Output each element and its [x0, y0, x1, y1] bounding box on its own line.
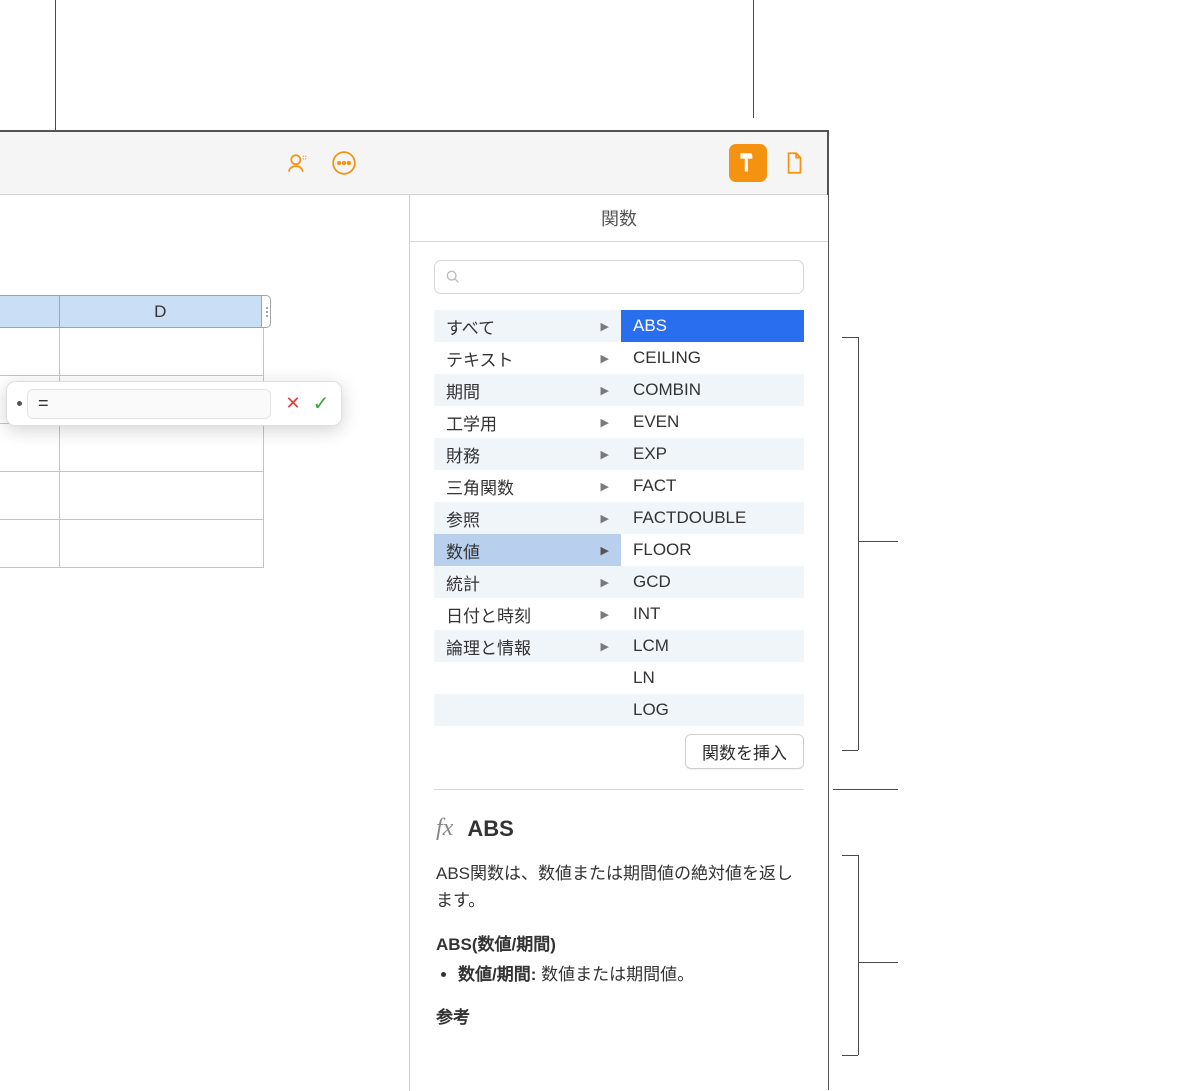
formula-cancel-button[interactable]: ✕ [281, 393, 305, 414]
function-list[interactable]: ABSCEILINGCOMBINEVENEXPFACTFACTDOUBLEFLO… [621, 310, 804, 724]
fx-icon: fx [436, 810, 453, 847]
function-help: fx ABS ABS関数は、数値または期間値の絶対値を返します。 ABS(数値/… [410, 790, 828, 1051]
category-label: 論理と情報 [446, 634, 531, 659]
function-sidebar: 関数 すべて▶テキスト▶期間▶工学用▶財務▶三角関数▶参照▶数値▶統計▶日付と時… [409, 195, 828, 1091]
cell[interactable] [60, 520, 264, 568]
chevron-right-icon: ▶ [601, 320, 609, 333]
cell[interactable] [0, 472, 60, 520]
formula-editor: = ✕ ✓ [6, 381, 342, 426]
category-item[interactable]: 数値 ▶ [434, 534, 621, 566]
table-row [0, 520, 264, 568]
category-label: テキスト [446, 346, 514, 371]
cell[interactable] [0, 424, 60, 472]
category-label: 三角関数 [446, 474, 514, 499]
function-item[interactable]: FACTDOUBLE [621, 502, 804, 534]
category-item[interactable]: 期間 ▶ [434, 374, 621, 406]
function-item[interactable]: EVEN [621, 406, 804, 438]
category-label: すべて [446, 314, 495, 339]
table-body [0, 328, 264, 568]
help-syntax: ABS(数値/期間) [436, 932, 802, 958]
category-item[interactable]: 三角関数 ▶ [434, 470, 621, 502]
function-item[interactable]: FLOOR [621, 534, 804, 566]
help-argument: 数値/期間: 数値または期間値。 [458, 962, 802, 988]
category-item[interactable]: テキスト ▶ [434, 342, 621, 374]
category-label: 数値 [446, 538, 480, 563]
table-row [0, 472, 264, 520]
collaborate-button[interactable] [279, 144, 317, 182]
cell[interactable] [60, 328, 264, 376]
chevron-right-icon: ▶ [601, 640, 609, 653]
category-item[interactable]: 参照 ▶ [434, 502, 621, 534]
table-row [0, 328, 264, 376]
formula-grip-icon[interactable] [17, 401, 22, 406]
column-resize-handle[interactable] [262, 295, 271, 328]
category-item[interactable]: 工学用 ▶ [434, 406, 621, 438]
function-item[interactable]: INT [621, 598, 804, 630]
chevron-right-icon: ▶ [601, 384, 609, 397]
help-title: ABS [467, 812, 513, 846]
column-header-d[interactable]: D [60, 295, 262, 328]
chevron-right-icon: ▶ [601, 576, 609, 589]
category-label: 期間 [446, 378, 480, 403]
chevron-right-icon: ▶ [601, 480, 609, 493]
category-item-empty [434, 662, 621, 694]
function-item[interactable]: GCD [621, 566, 804, 598]
category-item[interactable]: 論理と情報 ▶ [434, 630, 621, 662]
column-header-row: D [0, 295, 271, 328]
chevron-right-icon: ▶ [601, 352, 609, 365]
category-item[interactable]: 財務 ▶ [434, 438, 621, 470]
category-item[interactable]: 統計 ▶ [434, 566, 621, 598]
function-item[interactable]: LCM [621, 630, 804, 662]
chevron-right-icon: ▶ [601, 448, 609, 461]
cell[interactable] [0, 328, 60, 376]
table-row [0, 424, 264, 472]
function-item[interactable]: EXP [621, 438, 804, 470]
category-item-empty [434, 694, 621, 726]
category-label: 統計 [446, 570, 480, 595]
help-reference-label: 参考 [436, 1005, 802, 1031]
category-label: 参照 [446, 506, 480, 531]
app-frame: D [0, 130, 829, 1090]
document-button[interactable] [775, 144, 813, 182]
help-description: ABS関数は、数値または期間値の絶対値を返します。 [436, 861, 802, 914]
insert-function-button[interactable]: 関数を挿入 [685, 734, 804, 769]
chevron-right-icon: ▶ [601, 512, 609, 525]
function-item[interactable]: FACT [621, 470, 804, 502]
cell[interactable] [0, 520, 60, 568]
category-label: 財務 [446, 442, 480, 467]
category-label: 工学用 [446, 410, 497, 435]
function-search-input[interactable] [434, 260, 804, 294]
format-button[interactable] [729, 144, 767, 182]
spreadsheet-canvas[interactable]: D [0, 195, 409, 1091]
formula-accept-button[interactable]: ✓ [309, 391, 333, 416]
cell[interactable] [60, 472, 264, 520]
category-list[interactable]: すべて▶テキスト▶期間▶工学用▶財務▶三角関数▶参照▶数値▶統計▶日付と時刻▶論… [434, 310, 621, 724]
more-button[interactable] [325, 144, 363, 182]
chevron-right-icon: ▶ [601, 608, 609, 621]
function-item[interactable]: LN [621, 662, 804, 694]
function-item[interactable]: CEILING [621, 342, 804, 374]
chevron-right-icon: ▶ [601, 544, 609, 557]
category-item[interactable]: 日付と時刻 ▶ [434, 598, 621, 630]
cell[interactable] [60, 424, 264, 472]
category-item[interactable]: すべて ▶ [434, 310, 621, 342]
sidebar-title: 関数 [410, 195, 828, 242]
toolbar [0, 132, 827, 195]
chevron-right-icon: ▶ [601, 416, 609, 429]
column-header-c[interactable] [0, 295, 60, 328]
formula-input[interactable]: = [27, 389, 271, 419]
function-item[interactable]: COMBIN [621, 374, 804, 406]
function-browser: すべて▶テキスト▶期間▶工学用▶財務▶三角関数▶参照▶数値▶統計▶日付と時刻▶論… [434, 310, 804, 724]
help-arguments: 数値/期間: 数値または期間値。 [436, 962, 802, 988]
function-item[interactable]: LOG [621, 694, 804, 726]
category-label: 日付と時刻 [446, 602, 531, 627]
function-item[interactable]: ABS [621, 310, 804, 342]
